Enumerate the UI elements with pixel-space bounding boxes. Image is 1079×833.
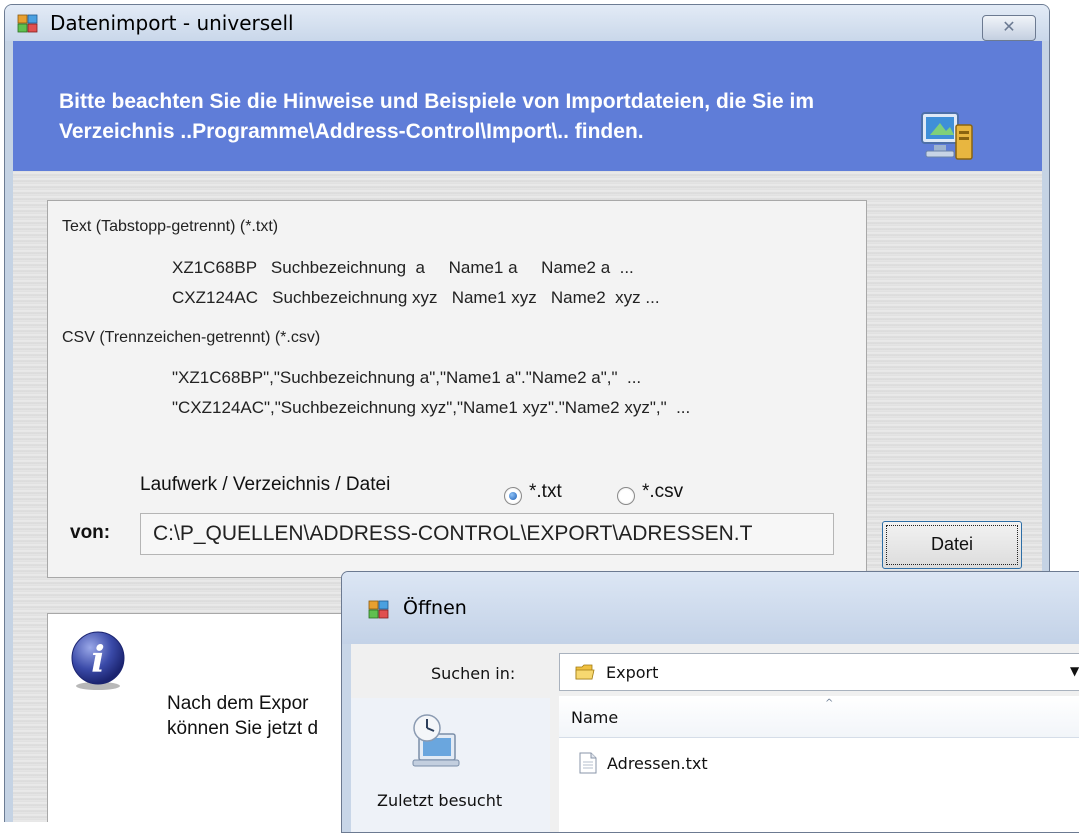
look-in-label: Suchen in: xyxy=(431,664,516,683)
folder-icon xyxy=(575,664,595,680)
banner-text: Bitte beachten Sie die Hinweise und Beis… xyxy=(59,90,815,143)
datei-button[interactable]: Datei xyxy=(882,521,1022,569)
close-button[interactable]: ✕ xyxy=(982,15,1036,41)
look-in-dropdown[interactable]: Export ▼ xyxy=(559,653,1079,691)
open-file-dialog: Öffnen Suchen in: Export ▼ Zuletzt besuc… xyxy=(341,571,1079,833)
recent-places-icon xyxy=(412,714,460,767)
dialog-title-bar[interactable]: Öffnen xyxy=(342,572,1079,644)
list-item[interactable]: Adressen.txt xyxy=(579,750,799,780)
datei-button-label: Datei xyxy=(930,534,974,554)
hint-banner: Bitte beachten Sie die Hinweise und Beis… xyxy=(13,41,1042,171)
csv-example-line-1: "XZ1C68BP","Suchbezeichnung a","Name1 a"… xyxy=(172,368,642,387)
text-file-icon xyxy=(579,752,597,774)
look-in-value: Export xyxy=(606,663,659,682)
column-header-name-label: Name xyxy=(571,708,619,727)
window-title: Datenimport - universell xyxy=(50,11,294,35)
radio-txt-label[interactable]: *.txt xyxy=(529,481,562,503)
path-input[interactable]: C:\P_QUELLEN\ADDRESS-CONTROL\EXPORT\ADRE… xyxy=(140,513,834,555)
from-label: von: xyxy=(70,522,111,543)
dialog-title: Öffnen xyxy=(403,597,467,619)
csv-format-header: CSV (Trennzeichen-getrennt) (*.csv) xyxy=(62,329,321,346)
place-recent-label: Zuletzt besucht xyxy=(377,791,503,810)
txt-example-line-1: XZ1C68BP Suchbezeichnung a Name1 a Name2… xyxy=(172,258,634,277)
column-header-name[interactable]: Name ^ xyxy=(559,696,1079,738)
file-name: Adressen.txt xyxy=(607,754,708,773)
title-bar[interactable]: Datenimport - universell ✕ xyxy=(5,5,1049,41)
import-computer-icon xyxy=(921,112,973,160)
svg-text:i: i xyxy=(91,639,105,681)
dialog-body: Suchen in: Export ▼ Zuletzt besucht Name… xyxy=(351,644,1079,832)
txt-example-line-2: CXZ124AC Suchbezeichnung xyz Name1 xyz N… xyxy=(172,288,660,307)
radio-csv-label[interactable]: *.csv xyxy=(642,481,683,503)
radio-csv[interactable] xyxy=(617,487,635,505)
close-icon: ✕ xyxy=(1002,17,1016,36)
places-bar: Zuletzt besucht xyxy=(351,698,550,832)
app-icon xyxy=(17,14,38,33)
path-label: Laufwerk / Verzeichnis / Datei xyxy=(140,474,391,495)
csv-example-line-2: "CXZ124AC","Suchbezeichnung xyz","Name1 … xyxy=(172,398,691,417)
sort-ascending-icon: ^ xyxy=(825,698,834,709)
radio-selected-dot xyxy=(509,492,517,500)
info-text: Nach dem Expor können Sie jetzt d xyxy=(167,693,319,739)
info-icon: i xyxy=(71,631,125,690)
radio-txt[interactable] xyxy=(504,487,522,505)
txt-format-header: Text (Tabstopp-getrennt) (*.txt) xyxy=(62,218,279,235)
app-icon xyxy=(368,600,389,619)
chevron-down-icon[interactable]: ▼ xyxy=(1070,664,1079,678)
format-examples-panel: Text (Tabstopp-getrennt) (*.txt) XZ1C68B… xyxy=(47,200,867,578)
file-list: Name ^ Adressen.txt xyxy=(559,696,1079,832)
